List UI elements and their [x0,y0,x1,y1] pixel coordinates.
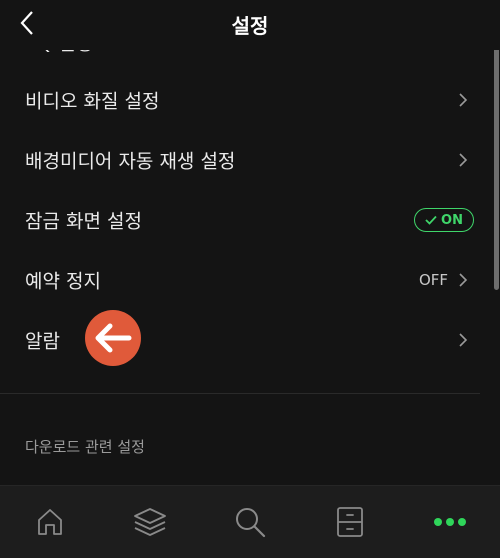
tab-storage[interactable] [330,502,370,542]
tab-library[interactable] [130,502,170,542]
check-icon [425,215,437,225]
section-divider [0,393,480,394]
row-label: 예약 정지 [25,270,101,293]
lock-screen-toggle[interactable]: ON [414,208,474,232]
settings-row-lock-screen: 잠금 화면 설정 ON [0,190,480,250]
app-header: 설정 [0,0,500,50]
search-icon [236,508,266,538]
settings-row-background-autoplay[interactable]: 배경미디어 자동 재생 설정 [0,130,480,190]
arrow-left-icon [95,323,132,353]
tab-home[interactable] [30,502,70,542]
toggle-state: ON [441,212,463,228]
scrollbar[interactable] [494,45,499,290]
row-label: 배경미디어 자동 재생 설정 [25,150,236,173]
row-label: 알람 [25,330,60,353]
chevron-right-icon [459,93,468,107]
sleep-timer-value: OFF [418,271,448,289]
layers-icon [134,508,166,536]
settings-row-video-quality[interactable]: 비디오 화질 설정 [0,70,480,130]
row-label: 잠금 화면 설정 [25,210,142,233]
chevron-right-icon [459,153,468,167]
annotation-arrow [85,310,141,366]
home-icon [38,509,62,535]
tab-more[interactable] [430,502,470,542]
cabinet-icon [337,507,363,537]
settings-row-sleep-timer[interactable]: 예약 정지 OFF [0,250,480,310]
more-icon [434,518,466,526]
chevron-right-icon [459,273,468,287]
settings-list: EQ 설정 비디오 화질 설정 배경미디어 자동 재생 설정 잠금 화면 설정 … [0,0,500,485]
row-label: 비디오 화질 설정 [25,90,160,113]
bottom-tab-bar [0,485,500,558]
section-title-download: 다운로드 관련 설정 [25,438,145,456]
page-title: 설정 [231,14,269,38]
tab-search[interactable] [230,502,270,542]
chevron-right-icon [459,333,468,347]
settings-row-alarm[interactable]: 알람 [0,310,480,370]
